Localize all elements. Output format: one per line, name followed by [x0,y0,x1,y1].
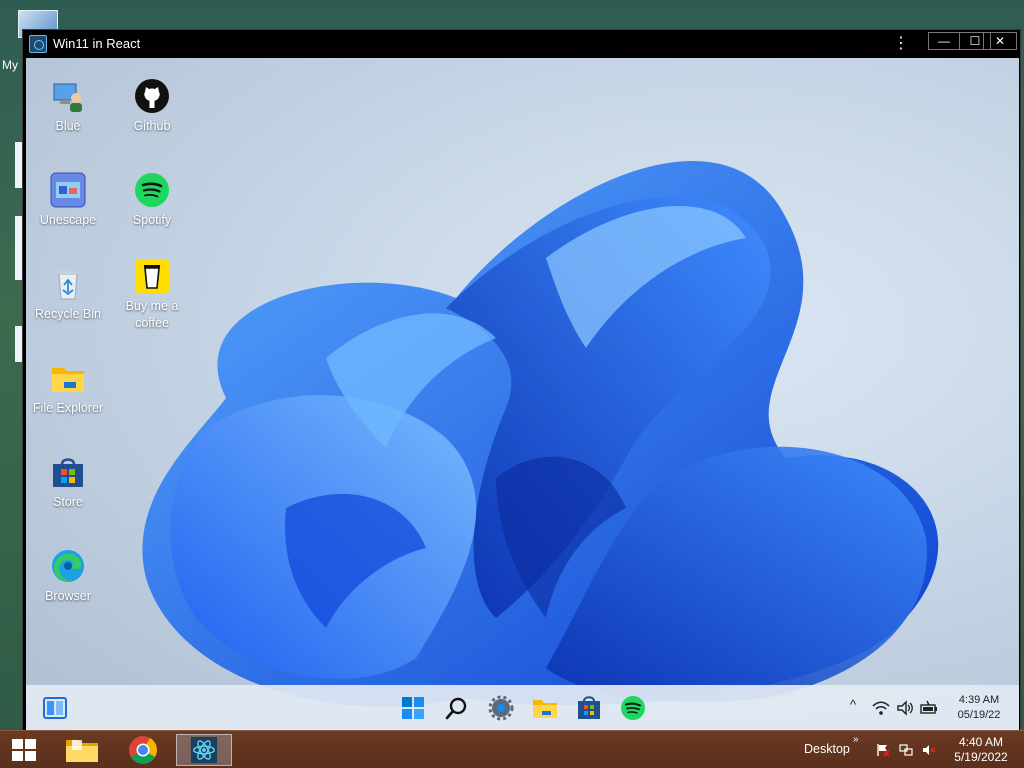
recycle-bin-icon [58,271,78,300]
desktop-icon-recycle-bin[interactable]: Recycle Bin [26,266,110,346]
file-explorer-icon[interactable] [54,734,110,766]
desktop-icon-label: Buy me a coffee [125,299,179,330]
win11-time: 4:39 AM [958,694,1000,706]
volume-icon[interactable] [896,699,914,717]
desktop-icon-label: Store [53,495,83,509]
close-button[interactable]: ✕ [983,32,1017,50]
desktop-icon-file-explorer[interactable]: File Explorer [26,360,110,440]
volume-muted-icon[interactable] [922,743,936,757]
chevron-up-icon[interactable]: ^ [844,697,862,715]
desktop-icon-label: Github [133,119,171,133]
widgets-icon[interactable] [42,695,68,721]
settings-icon[interactable] [488,695,514,721]
desktop-icon-label: Recycle Bin [35,307,101,321]
react-app-icon [29,35,47,53]
user-computer-icon [53,83,82,112]
action-center-flag-icon[interactable] [876,743,890,757]
toolbar-overflow-chevron[interactable]: » [853,734,859,745]
desktop-icon-unescape[interactable]: Unescape [26,172,110,252]
desktop-icon-label: Blue [55,119,81,133]
unescape-icon [50,172,86,208]
network-icon[interactable] [899,743,913,757]
folder-icon [52,368,84,392]
wifi-icon[interactable] [872,699,890,717]
host-desktop-label: My [2,58,18,72]
window-title: Win11 in React [53,36,141,51]
desktop-icon-github[interactable]: Github [110,78,194,158]
github-icon [135,79,169,113]
app-window: Win11 in React ⋮ — ☐ ✕ Blue Github Unesc… [22,29,1021,731]
host-desktop: My [0,0,58,730]
desktop-icon-label: Unescape [39,213,97,227]
win11-date: 05/19/22 [957,709,1001,721]
minimize-button[interactable]: — [928,32,960,50]
chrome-icon[interactable] [115,734,171,766]
edge-icon [52,550,84,582]
window-titlebar[interactable]: Win11 in React ⋮ — ☐ ✕ [23,30,1020,58]
win11-clock[interactable]: 4:39 AM 05/19/22 [948,693,1010,723]
store-icon[interactable] [576,695,602,721]
desktop-icon-store[interactable]: Store [26,454,110,534]
battery-icon[interactable] [920,699,938,717]
host-taskbar: Desktop » 4:40 AM 5/19/2022 [0,730,1024,768]
start-icon[interactable] [400,695,426,721]
windows-start-icon[interactable] [10,737,38,763]
window-menu-button[interactable]: ⋮ [893,34,909,54]
desktop-icon-label: Browser [45,589,91,603]
win11-desktop[interactable]: Blue Github Unescape Spotify Recycle Bin… [26,58,1019,730]
bloom-wallpaper [142,160,939,707]
desktop-icon-buy-me-a-coffee[interactable]: Buy me a coffee [110,258,194,338]
desktop-icon-label: Spotify [132,213,172,227]
host-clock[interactable]: 4:40 AM 5/19/2022 [950,735,1012,765]
spotify-icon [135,173,169,207]
spotify-icon[interactable] [620,695,646,721]
desktop-icon-browser[interactable]: Browser [26,548,110,628]
file-explorer-icon[interactable] [532,695,558,721]
desktop-icon-label: File Explorer [32,401,104,415]
coffee-icon [135,259,169,293]
host-time: 4:40 AM [958,735,1004,749]
win11-taskbar: ^ 4:39 AM 05/19/22 [26,685,1019,730]
react-app-icon[interactable] [176,734,232,766]
desktop-icon-spotify[interactable]: Spotify [110,172,194,252]
host-date: 5/19/2022 [954,750,1008,764]
desktop-toolbar-label[interactable]: Desktop [804,742,850,756]
search-icon[interactable] [444,695,470,721]
desktop-icon-blue[interactable]: Blue [26,78,110,158]
store-icon [53,458,83,487]
